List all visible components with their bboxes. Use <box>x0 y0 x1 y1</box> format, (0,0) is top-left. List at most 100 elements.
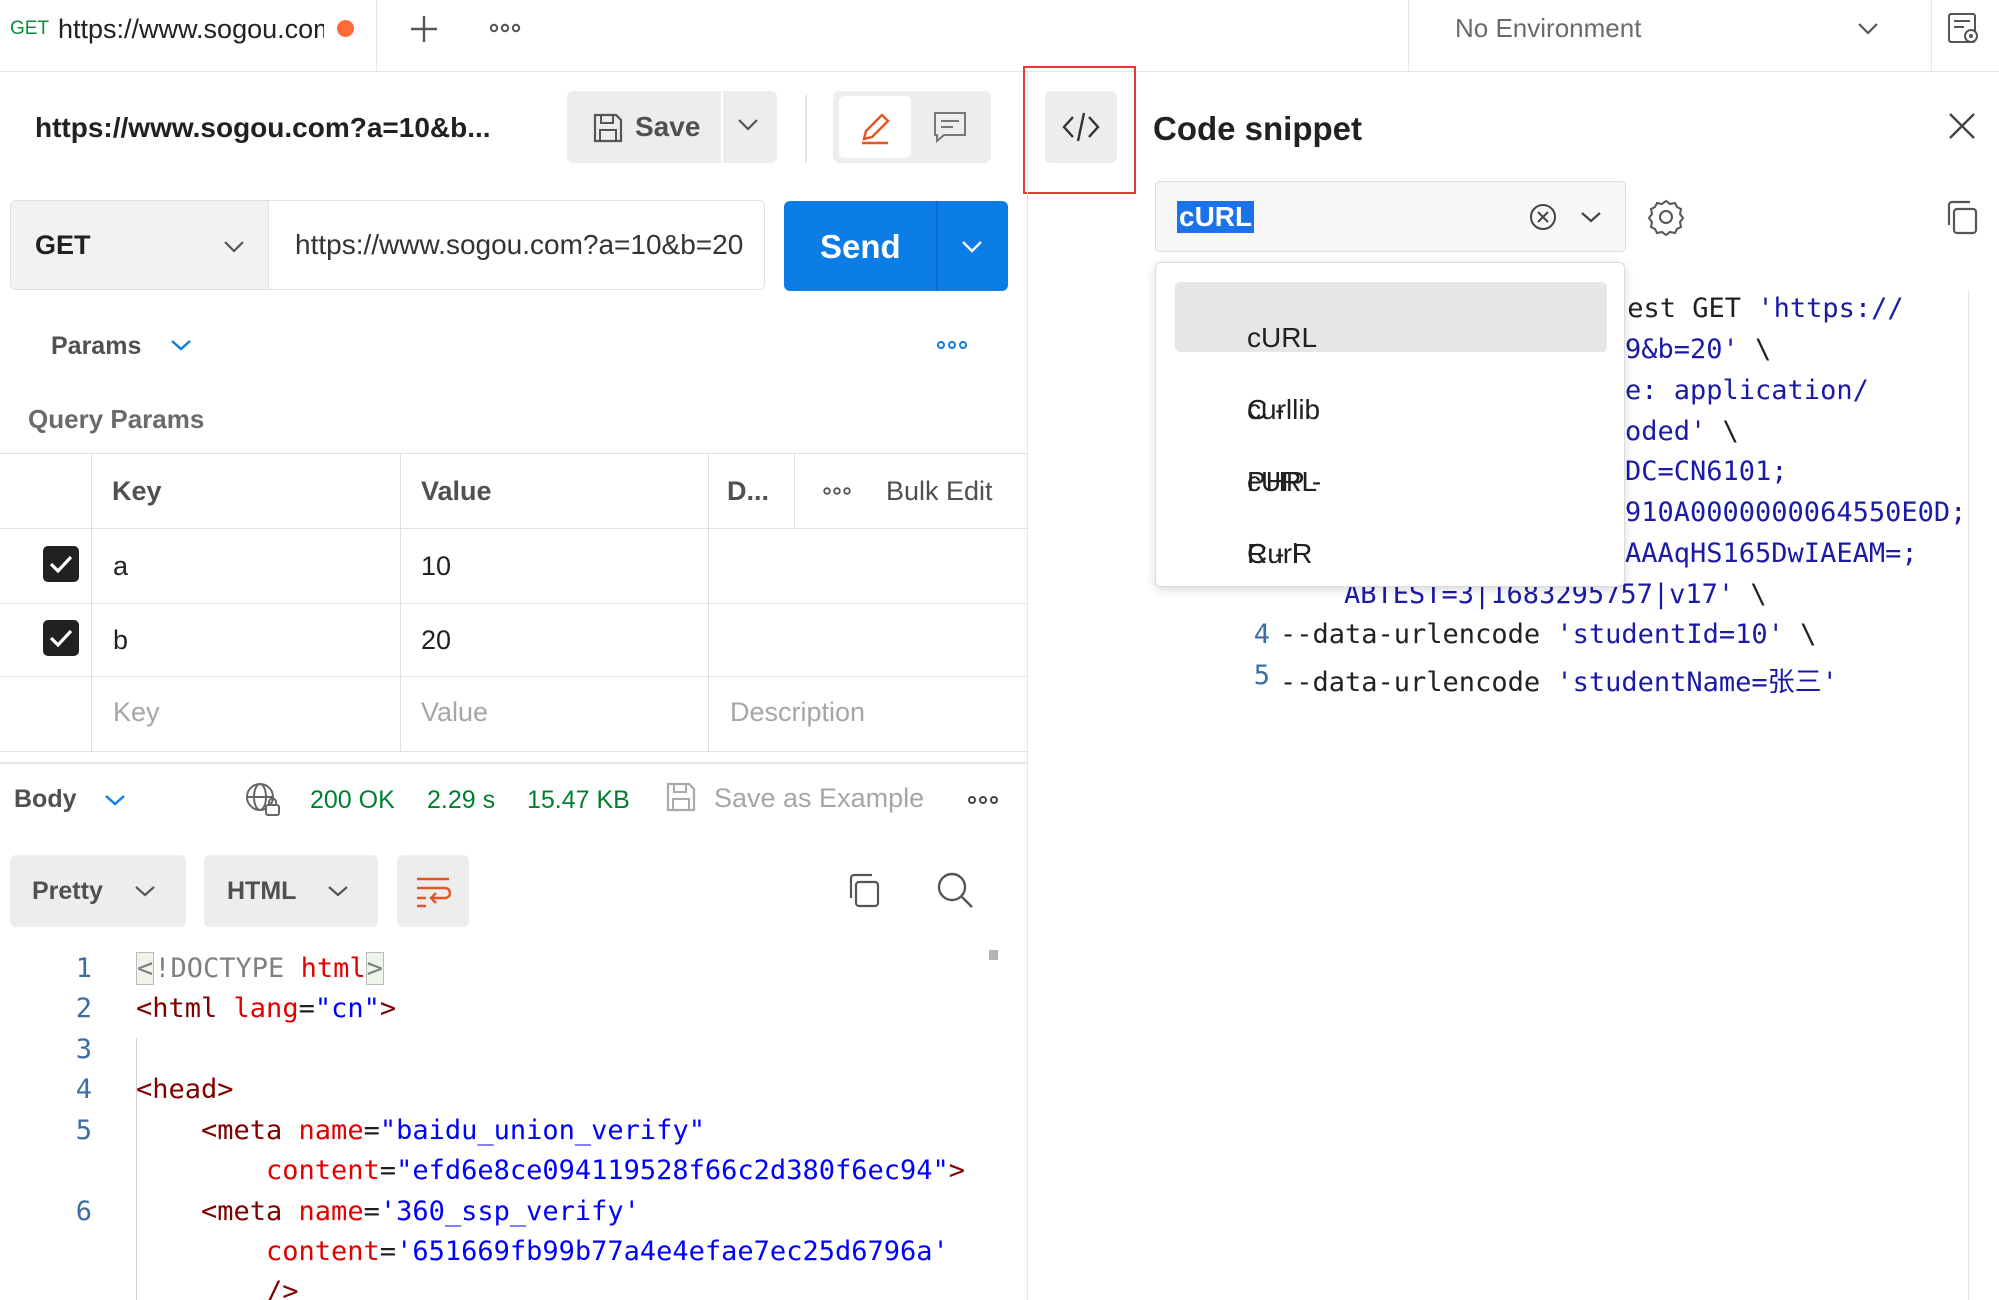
save-icon <box>591 111 625 145</box>
response-body-tab[interactable]: Body <box>14 785 77 814</box>
request-tab[interactable]: GET https://www.sogou.com?a=10&b=20 <box>0 0 377 72</box>
value-placeholder[interactable]: Value <box>421 697 488 728</box>
wrap-lines-button[interactable] <box>397 855 469 927</box>
dropdown-option-r-rcurl[interactable]: R - R Curl <box>1175 498 1607 569</box>
annotation-highlight-box <box>1023 66 1136 194</box>
plus-icon[interactable] <box>408 13 440 45</box>
params-tab[interactable]: Params <box>51 332 141 361</box>
response-size[interactable]: 15.47 KB <box>527 786 630 815</box>
status-code[interactable]: 200 OK <box>310 786 395 815</box>
scrollbar-thumb[interactable] <box>989 950 998 960</box>
divider <box>1931 0 1932 72</box>
line-number: 1 <box>75 953 92 984</box>
line-number: 3 <box>75 1034 92 1065</box>
environment-label: No Environment <box>1455 13 1642 43</box>
response-divider[interactable] <box>0 762 1027 764</box>
divider <box>805 95 807 163</box>
ellipsis-icon[interactable] <box>488 18 522 38</box>
param-value[interactable]: 10 <box>421 551 451 582</box>
code-line: content='651669fb99b77a4e4efae7ec25d6796… <box>266 1236 949 1267</box>
clear-icon[interactable] <box>1528 202 1558 232</box>
option-match: cURL <box>1247 322 1318 353</box>
chevron-down-icon[interactable] <box>104 793 126 807</box>
param-key[interactable]: a <box>113 551 128 582</box>
snippet-code-line: --data-urlencode 'studentName=张三' <box>1280 667 1838 698</box>
code-line: content="efd6e8ce094119528f66c2d380f6ec9… <box>266 1155 966 1186</box>
environment-quicklook-icon[interactable] <box>1946 11 1982 47</box>
table-border <box>794 453 795 528</box>
line-number: 4 <box>75 1074 92 1105</box>
snippet-scrollbar[interactable] <box>1968 290 1969 1300</box>
line-number: 5 <box>75 1115 92 1146</box>
table-more-icon[interactable] <box>823 483 851 499</box>
response-more-icon[interactable] <box>967 791 999 809</box>
save-label: Save <box>635 111 701 142</box>
settings-gear-icon[interactable] <box>1647 198 1685 236</box>
pencil-icon <box>858 109 892 145</box>
dropdown-option-c-libcurl[interactable]: C - lib curl <box>1175 354 1607 425</box>
method-label: GET <box>35 230 91 260</box>
snippet-code-line: 910A0000000064550E0D; <box>1625 497 1965 528</box>
option-match: Curl <box>1247 538 1299 569</box>
key-placeholder[interactable]: Key <box>113 697 160 728</box>
code-line: <!DOCTYPE html> <box>136 952 384 985</box>
query-params-heading: Query Params <box>28 404 205 434</box>
table-border <box>0 676 1027 677</box>
send-options-chevron-icon[interactable] <box>960 238 984 254</box>
row-checkbox[interactable] <box>43 620 79 656</box>
response-time[interactable]: 2.29 s <box>427 786 495 815</box>
chevron-down-icon <box>134 884 156 898</box>
table-border <box>0 751 1027 752</box>
network-globe-icon[interactable] <box>244 781 282 819</box>
row-checkbox[interactable] <box>43 546 79 582</box>
snippet-code-line: oded' \ <box>1625 416 1739 447</box>
snippet-code-line: 9&b=20' \ <box>1625 334 1772 365</box>
line-number: 5 <box>1253 660 1270 691</box>
column-header-value: Value <box>421 476 492 506</box>
option-match: cURL <box>1247 466 1318 497</box>
search-icon[interactable] <box>936 871 974 909</box>
save-icon <box>664 780 698 814</box>
snippet-code-line: AAAqHS165DwIAEAM=; <box>1625 538 1918 569</box>
snippet-language-value[interactable]: cURL <box>1177 201 1255 233</box>
request-name[interactable]: https://www.sogou.com?a=10&b... <box>35 112 491 144</box>
table-row <box>0 529 1027 603</box>
line-number: 6 <box>75 1196 92 1227</box>
column-header-description: D... <box>727 476 770 506</box>
option-match: curl <box>1247 394 1293 425</box>
params-more-icon[interactable] <box>936 336 968 354</box>
chevron-down-icon <box>327 884 349 898</box>
code-line: <meta name='360_ssp_verify' <box>201 1196 640 1227</box>
divider <box>721 91 723 163</box>
dropdown-option-php-curl[interactable]: PHP - cURL <box>1175 426 1607 497</box>
copy-icon[interactable] <box>1944 199 1980 237</box>
chevron-down-icon[interactable] <box>1580 210 1602 224</box>
code-snippet-title: Code snippet <box>1153 110 1363 147</box>
line-number: 2 <box>75 993 92 1024</box>
save-options-chevron-icon[interactable] <box>736 116 760 132</box>
chevron-down-icon[interactable] <box>170 338 192 352</box>
bulk-edit-link[interactable]: Bulk Edit <box>886 476 993 507</box>
copy-icon[interactable] <box>846 872 882 910</box>
code-line: <meta name="baidu_union_verify" <box>201 1115 705 1146</box>
send-label: Send <box>820 228 901 265</box>
comments-button[interactable] <box>917 96 987 158</box>
language-select[interactable]: HTML <box>204 855 378 927</box>
format-pretty-select[interactable]: Pretty <box>10 855 186 927</box>
code-line: /> <box>266 1276 299 1300</box>
format-label: Pretty <box>32 877 103 905</box>
edit-mode-button[interactable] <box>839 96 911 158</box>
dropdown-option-curl[interactable]: cURL <box>1175 282 1607 353</box>
snippet-language-dropdown: cURL C - lib curl PHP - cURL R - R Curl <box>1155 262 1625 587</box>
save-as-example-button[interactable]: Save as Example <box>714 783 924 814</box>
divider <box>936 201 938 291</box>
param-value[interactable]: 20 <box>421 625 451 656</box>
url-input[interactable]: https://www.sogou.com?a=10&b=20 <box>295 229 755 261</box>
param-key[interactable]: b <box>113 625 128 656</box>
environment-selector[interactable]: No Environment <box>1409 0 1931 72</box>
close-icon[interactable] <box>1946 110 1978 142</box>
tab-method: GET <box>10 18 50 39</box>
line-number: 4 <box>1253 619 1270 650</box>
description-placeholder[interactable]: Description <box>730 697 865 728</box>
tab-title: https://www.sogou.com?a=10&b=20 <box>58 14 324 44</box>
